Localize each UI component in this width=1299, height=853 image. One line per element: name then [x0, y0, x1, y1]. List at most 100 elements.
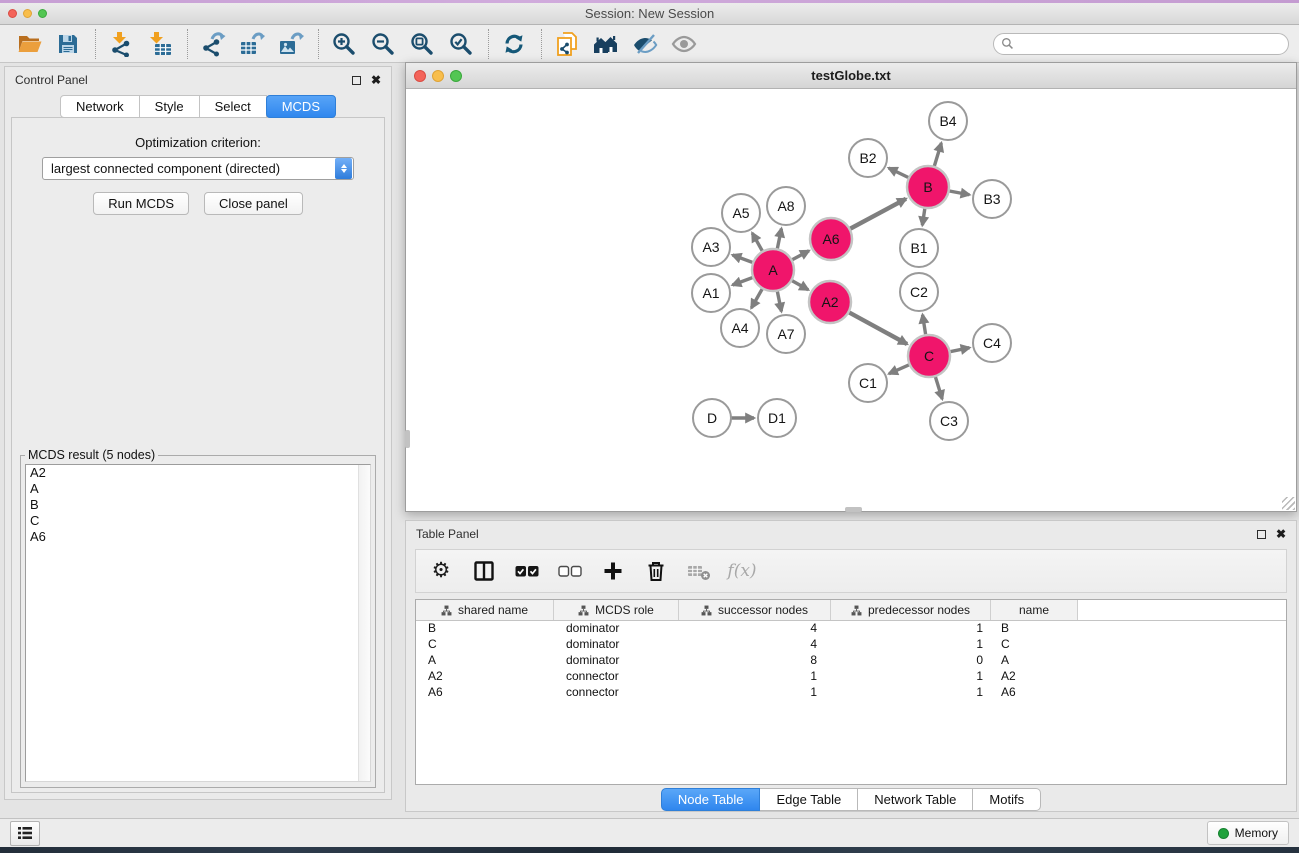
column-header-mcds-role[interactable]: MCDS role	[554, 600, 679, 620]
table-cell[interactable]: A6	[416, 685, 554, 701]
table-row[interactable]: A2connector11A2	[416, 669, 1286, 685]
network-vertical-scroll-thumb[interactable]	[405, 430, 410, 448]
table-cell[interactable]: 1	[831, 637, 991, 653]
table-cell[interactable]: C	[991, 637, 1078, 653]
table-cell[interactable]: B	[991, 621, 1078, 637]
table-cell[interactable]: 1	[831, 669, 991, 685]
refresh-layout-button[interactable]	[499, 29, 529, 59]
network-horizontal-scroll-thumb[interactable]	[845, 507, 862, 512]
close-panel-button[interactable]: Close panel	[204, 192, 303, 215]
window-resize-grip[interactable]	[1282, 497, 1295, 510]
zoom-selected-button[interactable]	[446, 29, 476, 59]
mcds-result-item[interactable]: B	[26, 497, 370, 513]
table-cell[interactable]: C	[416, 637, 554, 653]
tab-select[interactable]: Select	[200, 95, 267, 118]
graph-node-D1[interactable]: D1	[758, 399, 796, 437]
tab-node-table[interactable]: Node Table	[661, 788, 761, 811]
graph-node-A8[interactable]: A8	[767, 187, 805, 225]
graph-node-A1[interactable]: A1	[692, 274, 730, 312]
table-cell[interactable]: 1	[831, 685, 991, 701]
export-image-button[interactable]	[276, 29, 306, 59]
mcds-result-item[interactable]: A	[26, 481, 370, 497]
graph-node-C[interactable]: C	[908, 335, 950, 377]
delete-column-button[interactable]	[643, 558, 669, 584]
graph-node-A2[interactable]: A2	[809, 281, 851, 323]
graph-node-C1[interactable]: C1	[849, 364, 887, 402]
float-panel-icon[interactable]	[1257, 530, 1266, 539]
table-cell[interactable]: A	[416, 653, 554, 669]
export-network-button[interactable]	[198, 29, 228, 59]
export-table-button[interactable]	[237, 29, 267, 59]
mcds-result-item[interactable]: A2	[26, 465, 370, 481]
tab-mcds[interactable]: MCDS	[266, 95, 336, 118]
column-header-shared-name[interactable]: shared name	[416, 600, 554, 620]
open-session-button[interactable]	[14, 29, 44, 59]
table-cell[interactable]: 4	[679, 637, 831, 653]
tab-motifs[interactable]: Motifs	[973, 788, 1041, 811]
column-header-name[interactable]: name	[991, 600, 1078, 620]
table-cell[interactable]: connector	[554, 669, 679, 685]
table-cell[interactable]: 1	[679, 685, 831, 701]
criterion-select[interactable]: largest connected component (directed)	[42, 157, 354, 180]
memory-button[interactable]: Memory	[1207, 821, 1289, 845]
table-cell[interactable]: A	[991, 653, 1078, 669]
hide-eye-button[interactable]	[630, 29, 660, 59]
table-cell[interactable]: dominator	[554, 621, 679, 637]
table-cell[interactable]: 1	[831, 621, 991, 637]
close-panel-icon[interactable]: ✖	[371, 75, 381, 85]
float-panel-icon[interactable]	[352, 76, 361, 85]
column-header-successor-nodes[interactable]: successor nodes	[679, 600, 831, 620]
close-panel-icon[interactable]: ✖	[1276, 529, 1286, 539]
graph-node-D[interactable]: D	[693, 399, 731, 437]
table-cell[interactable]: 0	[831, 653, 991, 669]
zoom-out-button[interactable]	[368, 29, 398, 59]
tab-network[interactable]: Network	[60, 95, 140, 118]
graph-node-A6[interactable]: A6	[810, 218, 852, 260]
graph-node-C3[interactable]: C3	[930, 402, 968, 440]
import-table-button[interactable]	[145, 29, 175, 59]
home-networks-button[interactable]	[591, 29, 621, 59]
graph-node-B3[interactable]: B3	[973, 180, 1011, 218]
graph-node-C4[interactable]: C4	[973, 324, 1011, 362]
graph-node-A3[interactable]: A3	[692, 228, 730, 266]
eye-disabled-button[interactable]	[669, 29, 699, 59]
table-settings-button[interactable]: ⚙	[428, 558, 454, 584]
table-cell[interactable]: 1	[679, 669, 831, 685]
zoom-fit-button[interactable]	[407, 29, 437, 59]
table-cell[interactable]: B	[416, 621, 554, 637]
run-mcds-button[interactable]: Run MCDS	[93, 192, 189, 215]
import-network-button[interactable]	[106, 29, 136, 59]
table-cell[interactable]: A2	[991, 669, 1078, 685]
table-cell[interactable]: 4	[679, 621, 831, 637]
table-cell[interactable]: dominator	[554, 637, 679, 653]
table-row[interactable]: A6connector11A6	[416, 685, 1286, 701]
table-row[interactable]: Adominator80A	[416, 653, 1286, 669]
table-cell[interactable]: connector	[554, 685, 679, 701]
tab-style[interactable]: Style	[140, 95, 200, 118]
graph-node-B[interactable]: B	[907, 166, 949, 208]
task-history-button[interactable]	[10, 821, 40, 846]
network-canvas[interactable]: B4B2BB3A8A5A6A3B1AA1C2A2A4A7C4CC1DD1C3	[406, 89, 1296, 511]
table-cell[interactable]: dominator	[554, 653, 679, 669]
mcds-result-item[interactable]: C	[26, 513, 370, 529]
table-cell[interactable]: A2	[416, 669, 554, 685]
graph-node-A[interactable]: A	[752, 249, 794, 291]
graph-node-C2[interactable]: C2	[900, 273, 938, 311]
create-column-button[interactable]	[600, 558, 626, 584]
tab-edge-table[interactable]: Edge Table	[760, 788, 858, 811]
table-row[interactable]: Bdominator41B	[416, 621, 1286, 637]
show-columns-button[interactable]	[471, 558, 497, 584]
search-input[interactable]	[993, 33, 1289, 55]
list-scrollbar[interactable]	[358, 465, 370, 781]
select-all-button[interactable]	[514, 558, 540, 584]
column-header-predecessor-nodes[interactable]: predecessor nodes	[831, 600, 991, 620]
graph-node-B1[interactable]: B1	[900, 229, 938, 267]
deselect-all-button[interactable]	[557, 558, 583, 584]
duplicate-network-button[interactable]	[552, 29, 582, 59]
graph-node-A4[interactable]: A4	[721, 309, 759, 347]
table-cell[interactable]: A6	[991, 685, 1078, 701]
graph-node-A5[interactable]: A5	[722, 194, 760, 232]
graph-node-B2[interactable]: B2	[849, 139, 887, 177]
table-cell[interactable]: 8	[679, 653, 831, 669]
graph-node-A7[interactable]: A7	[767, 315, 805, 353]
